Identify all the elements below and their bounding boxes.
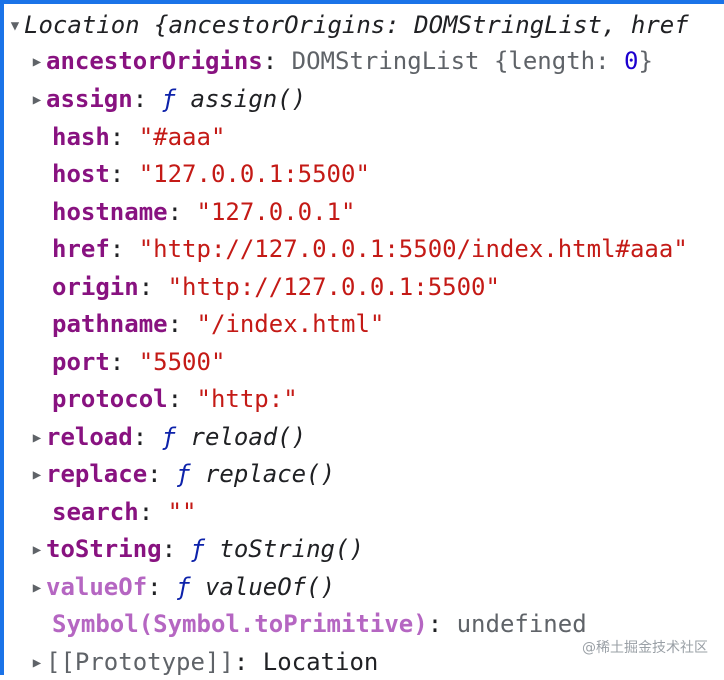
prop-key: replace [46, 460, 148, 488]
prop-origin[interactable]: origin: "http://127.0.0.1:5500" [52, 270, 500, 304]
prop-key: protocol [52, 385, 168, 413]
prop-replace[interactable]: ▶ replace: ƒ replace() [30, 457, 335, 491]
prop-key: valueOf [46, 573, 148, 601]
function-icon: ƒ [176, 460, 191, 488]
prop-key: reload [46, 423, 133, 451]
collapsed-triangle-icon[interactable]: ▶ [28, 571, 46, 605]
prop-hostname[interactable]: hostname: "127.0.0.1" [52, 195, 355, 229]
prop-host[interactable]: host: "127.0.0.1:5500" [52, 157, 370, 191]
prop-reload[interactable]: ▶ reload: ƒ reload() [30, 420, 306, 454]
prop-key: host [52, 160, 110, 188]
function-name: reload() [190, 423, 307, 451]
prop-value: "http:" [196, 385, 298, 413]
function-name: toString() [219, 535, 364, 563]
function-icon: ƒ [161, 85, 177, 113]
prop-value: "#aaa" [138, 123, 226, 151]
function-name: assign() [190, 85, 307, 113]
prop-toString[interactable]: ▶ toString: ƒ toString() [30, 532, 364, 566]
prop-value: "" [167, 498, 197, 526]
prop-hash[interactable]: hash: "#aaa" [52, 120, 225, 154]
prop-protocol[interactable]: protocol: "http:" [52, 382, 298, 416]
prop-value: "5500" [138, 348, 226, 376]
prop-assign[interactable]: ▶ assign: ƒ assign() [30, 82, 306, 116]
prop-symbol-toPrimitive[interactable]: Symbol(Symbol.toPrimitive): undefined [52, 607, 587, 641]
prop-key: Symbol(Symbol.toPrimitive) [52, 610, 428, 638]
prop-key: port [52, 348, 110, 376]
prop-valueOf[interactable]: ▶ valueOf: ƒ valueOf() [30, 570, 335, 604]
prop-value: "http://127.0.0.1:5500" [167, 273, 500, 301]
prop-key: [[Prototype]] [46, 648, 234, 676]
prop-href[interactable]: href: "http://127.0.0.1:5500/index.html#… [52, 232, 688, 266]
prop-port[interactable]: port: "5500" [52, 345, 225, 379]
prop-key: ancestorOrigins [46, 47, 263, 75]
function-icon: ƒ [161, 423, 177, 451]
prop-search[interactable]: search: "" [52, 495, 197, 529]
prop-prototype[interactable]: ▶ [[Prototype]]: Location [30, 645, 379, 679]
prop-value: "http://127.0.0.1:5500/index.html#aaa" [138, 235, 688, 263]
collapsed-triangle-icon[interactable]: ▶ [28, 45, 46, 79]
prop-key: hostname [52, 198, 168, 226]
prop-key: search [52, 498, 139, 526]
expanded-triangle-icon[interactable]: ▼ [6, 9, 24, 43]
collapsed-triangle-icon[interactable]: ▶ [28, 83, 46, 117]
prop-key: hash [52, 123, 110, 151]
prop-key: origin [52, 273, 139, 301]
collapsed-triangle-icon[interactable]: ▶ [28, 533, 46, 567]
object-type-label: Location [24, 11, 155, 39]
location-object-summary[interactable]: ▼ Location {ancestorOrigins: DOMStringLis… [6, 8, 689, 42]
object-preview: {ancestorOrigins: DOMStringList, href [154, 11, 689, 39]
collapsed-triangle-icon[interactable]: ▶ [28, 421, 46, 455]
prop-value-detail: {length: [493, 47, 624, 75]
prop-value: Location [262, 648, 379, 676]
prop-value: "127.0.0.1:5500" [138, 160, 370, 188]
prop-pathname[interactable]: pathname: "/index.html" [52, 307, 384, 341]
watermark-label: @稀土掘金技术社区 [582, 640, 708, 656]
prop-value-length: 0 [624, 47, 639, 75]
prop-key: pathname [52, 310, 168, 338]
function-name: valueOf() [204, 573, 336, 601]
function-name: replace() [204, 460, 336, 488]
prop-value-type: DOMStringList [291, 47, 494, 75]
prop-key: href [52, 235, 110, 263]
function-icon: ƒ [190, 535, 205, 563]
prop-value-detail-close: } [638, 47, 653, 75]
function-icon: ƒ [176, 573, 191, 601]
prop-value: "/index.html" [196, 310, 385, 338]
prop-value: "127.0.0.1" [196, 198, 356, 226]
prop-value: undefined [456, 610, 587, 638]
collapsed-triangle-icon[interactable]: ▶ [28, 458, 46, 492]
prop-key: assign [46, 85, 133, 113]
prop-key: toString [46, 535, 162, 563]
prop-ancestorOrigins[interactable]: ▶ ancestorOrigins: DOMStringList {length:… [30, 44, 653, 78]
